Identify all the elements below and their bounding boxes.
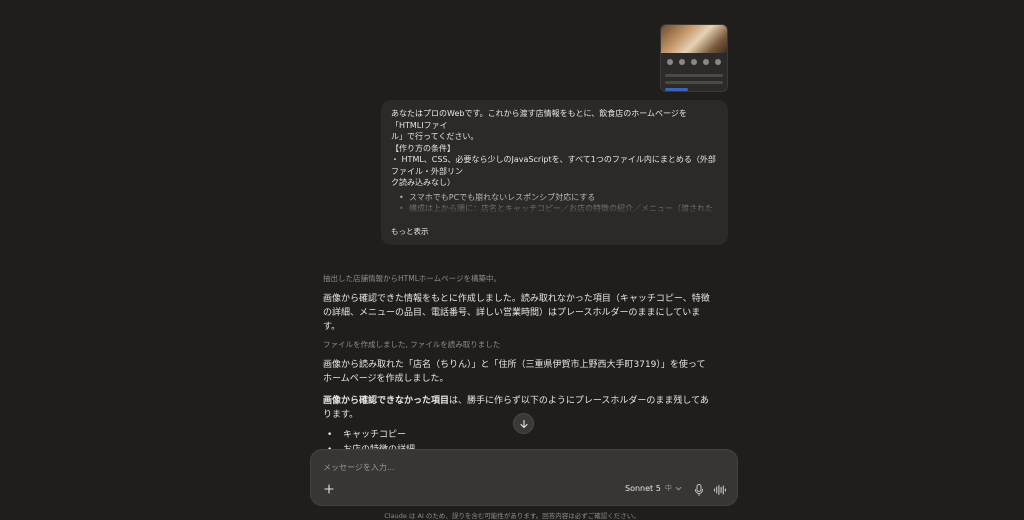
user-message-bubble: あなたはプロのWebです。これから渡す店情報をもとに、飲食店のホームページを「H… (381, 100, 728, 245)
user-message-line: ル」で行ってください。 (391, 132, 479, 141)
microphone-icon (695, 484, 703, 496)
user-message-line: あなたはプロのWebです。これから渡す店情報をもとに、飲食店のホームページを「H… (391, 109, 687, 130)
plus-icon (324, 484, 334, 494)
chevron-down-icon (675, 486, 682, 491)
message-composer: Sonnet 5 中 (310, 449, 738, 506)
response-paragraph: 画像から確認できた情報をもとに作成しました。読み取れなかった項目（キャッチコピー… (323, 294, 710, 332)
attached-image-thumbnail[interactable] (660, 24, 728, 92)
thumbnail-info-rows (661, 68, 727, 91)
add-button[interactable] (322, 482, 336, 496)
user-message-bullets: スマホでもPCでも崩れないレスポンシブ対応にする 構成は上から順に：店名とキャッ… (391, 192, 718, 217)
tool-activity-line[interactable]: ファイルを作成しました, ファイルを読み取りました (323, 340, 713, 350)
user-message-line: ク読み込みなし） (391, 178, 455, 187)
disclaimer-footer: Claude は AI のため、誤りを含む可能性があります。回答内容は必ずご確認… (384, 512, 640, 520)
bold-phrase: 画像から確認できなかった項目 (323, 396, 450, 406)
voice-mode-button[interactable] (713, 482, 727, 496)
food-photo (661, 25, 727, 53)
user-message-body: あなたはプロのWebです。これから渡す店情報をもとに、飲食店のホームページを「H… (391, 108, 718, 216)
arrow-down-icon (519, 419, 528, 428)
show-more-button[interactable]: もっと表示 (391, 226, 429, 238)
scroll-to-bottom-button[interactable] (513, 413, 534, 434)
model-selector[interactable]: Sonnet 5 中 (625, 483, 682, 493)
user-message-bullet: 構成は上から順に：店名とキャッチコピー／お店の特徴の紹介／メニュー（渡された範囲… (399, 203, 718, 216)
status-line[interactable]: 抽出した店舗情報からHTMLホームページを構築中。 (323, 274, 713, 284)
microphone-button[interactable] (693, 482, 705, 496)
response-paragraph: 画像から読み取れた「店名（ちりん）」と「住所（三重県伊賀市上野西大手町3719）… (323, 360, 706, 384)
message-input[interactable] (323, 460, 723, 474)
user-message-bullet: スマホでもPCでも崩れないレスポンシブ対応にする (399, 192, 718, 204)
user-message-line: ・ HTML、CSS、必要なら少しのJavaScriptを、すべて1つのファイル… (391, 155, 716, 176)
model-effort-level: 中 (664, 484, 672, 492)
thumbnail-icon-row (661, 53, 727, 68)
user-message-line: 【作り方の条件】 (391, 143, 455, 153)
model-name: Sonnet 5 (625, 483, 661, 493)
voice-waveform-icon (713, 484, 727, 496)
